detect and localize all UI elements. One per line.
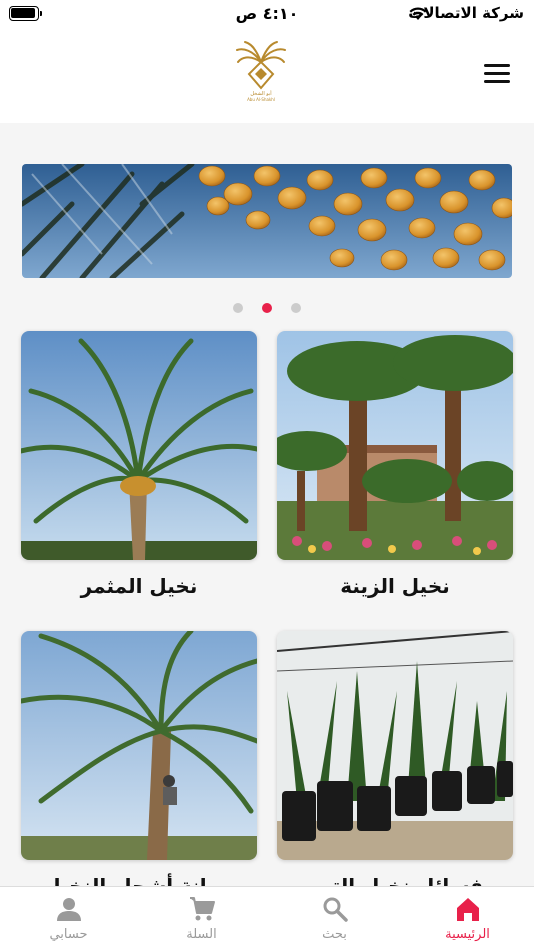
category-image [21,631,257,860]
menu-bar [484,64,510,67]
menu-button[interactable] [484,64,510,84]
tab-label: الرئيسية [445,927,490,942]
category-image [21,331,257,560]
category-title: نخيل الزينة [340,574,450,598]
menu-bar [484,72,510,75]
category-image [277,631,513,860]
tab-home[interactable]: الرئيسية [401,887,534,950]
category-card-ornamental-palms[interactable]: نخيل الزينة [277,331,513,598]
person-icon [56,898,81,921]
tab-label: حسابي [49,927,88,942]
palm-logo[interactable]: أبو الشخل Abu Al-Shakhl [235,40,287,102]
logo-text: أبو الشخل [250,90,272,97]
category-card-palm-maintenance[interactable]: صيانة أشجار النخيل [21,631,257,898]
tab-label: بحث [322,927,347,942]
carrier-name: شركة الاتصالات [408,4,524,22]
pagination-dot[interactable] [291,303,302,313]
tab-search[interactable]: بحث [268,887,401,950]
category-image [277,331,513,560]
pagination-dot[interactable] [232,303,243,313]
app-screen: ٤:١٠ ص شركة الاتصالات أبو الشخل Abu Al-S… [0,0,534,950]
category-card-fruit-palms[interactable]: نخيل المثمر [21,331,257,598]
banner-slide[interactable] [22,164,512,278]
menu-bar [484,80,510,83]
logo-subtext: Abu Al-Shakhl [247,97,275,102]
category-title: نخيل المثمر [80,574,198,598]
dates-banner-image [22,164,512,278]
tab-label: السلة [186,927,217,942]
home-icon [456,898,479,921]
status-bar: ٤:١٠ ص شركة الاتصالات [0,0,534,30]
category-card-date-offshoots[interactable]: فسائل نخيل التمر [277,631,513,898]
pagination-dot-active[interactable] [262,303,272,313]
tab-cart[interactable]: السلة [135,887,268,950]
banner-pagination [0,298,534,317]
bottom-tab-bar: الرئيسية بحث السلة حسابي [0,886,534,950]
cart-icon [189,897,215,921]
app-header: أبو الشخل Abu Al-Shakhl [0,30,534,123]
search-icon [323,897,348,922]
tab-account[interactable]: حسابي [2,887,135,950]
